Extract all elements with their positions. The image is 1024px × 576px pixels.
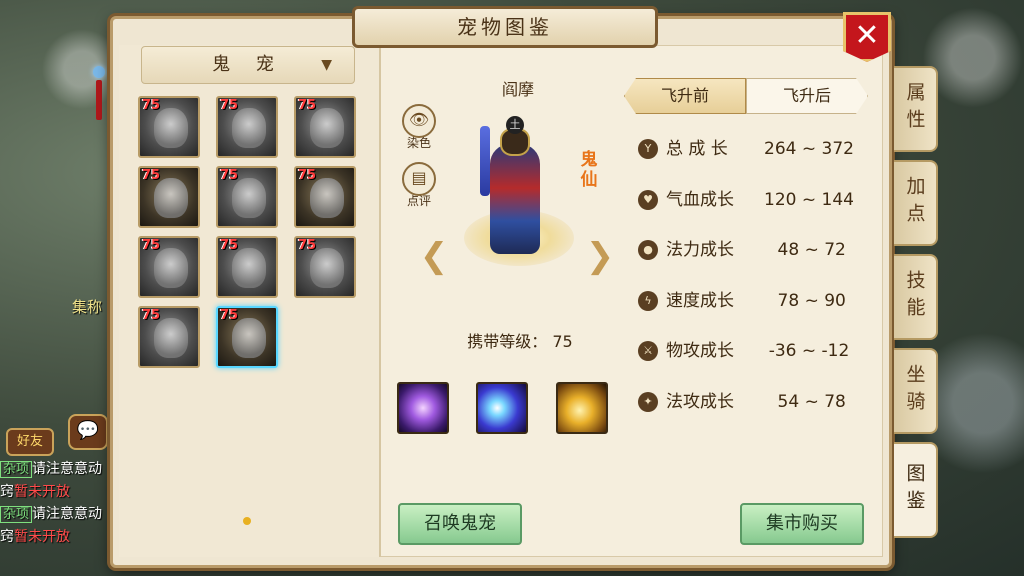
pet-slot[interactable]: 75 [216,166,278,228]
pet-level-badge: 75 [298,168,317,183]
pet-type-tag: 鬼仙 [580,150,598,190]
tab-handbook[interactable]: 图鉴 [894,442,938,538]
tab-skills[interactable]: 技能 [894,254,938,340]
pet-portrait [310,178,344,218]
stat-value: 120 ~ 144 [764,189,854,210]
chat-log: 杂项 请注意意动 窍暂未开放 杂项 请注意意动 窍暂未开放 [0,458,110,548]
comment-icon[interactable]: ▤ [402,162,436,196]
stat-row: ● 法力成长 48 ~ 72 [632,225,872,276]
pet-portrait [232,318,266,358]
stat-row: ϟ 速度成长 78 ~ 90 [632,276,872,327]
skill-icon[interactable] [476,382,528,434]
pet-level-badge: 75 [220,238,239,253]
tab-after-ascend[interactable]: 飞升后 [746,78,868,114]
pet-slot[interactable]: 75 [138,306,200,368]
chat-tag: 杂项 [0,506,33,523]
chat-tag: 杂项 [0,461,33,478]
chat-line: 杂项 请注意意动 [0,458,110,481]
category-selected: 鬼 宠 [212,54,284,75]
pet-portrait [232,108,266,148]
magic-attack-icon: ✦ [638,391,658,412]
pet-level-badge: 75 [220,308,239,323]
pet-level-badge: 75 [220,98,239,113]
eye-icon[interactable]: 👁 [402,104,436,138]
tab-attributes[interactable]: 属性 [894,66,938,152]
stat-row: Y 总 成 长 264 ~ 372 [632,124,872,175]
pet-slot[interactable]: 75 [294,96,356,158]
pet-portrait [232,248,266,288]
skill-icon[interactable] [556,382,608,434]
stat-value: -36 ~ -12 [768,341,850,361]
growth-stats: Y 总 成 长 264 ~ 372 ♥ 气血成长 120 ~ 144 ● 法力成长 48 … [632,124,872,427]
chat-line: 窍暂未开放 [0,529,70,545]
mana-icon: ● [638,240,658,260]
stat-row: ⚔ 物攻成长 -36 ~ -12 [632,326,872,377]
chat-bubble-icon[interactable]: 💬 [68,414,108,450]
page-indicator-dot [243,517,251,525]
chevron-down-icon: ▼ [321,57,332,73]
stat-value: 48 ~ 72 [772,240,846,260]
stat-value: 264 ~ 372 [764,139,854,159]
chat-line: 杂项 请注意意动 [0,503,110,526]
pet-level-badge: 75 [142,168,161,183]
ascend-toggle: 飞升前 飞升后 [624,78,868,114]
stat-label: 法力成长 [666,240,734,260]
pet-level-badge: 75 [298,238,317,253]
panel-title: 宠物图鉴 [352,6,658,48]
stat-label: 气血成长 [666,189,734,210]
stat-row: ♥ 气血成长 120 ~ 144 [632,175,872,226]
stat-label: 速度成长 [666,290,734,311]
friends-tab[interactable]: 好友 [6,428,54,456]
stat-label: 总 成 长 [666,139,728,159]
pet-portrait [154,248,188,288]
market-buy-button[interactable]: 集市购买 [740,503,864,545]
rotate-right-arrow-icon[interactable]: ❯ [584,236,616,276]
pet-level-badge: 75 [142,308,161,323]
category-dropdown[interactable]: 鬼 宠 ▼ [141,46,355,84]
dye-label: 染色 [406,136,431,150]
pet-slot[interactable]: 75 [216,96,278,158]
tab-mount[interactable]: 坐骑 [894,348,938,434]
gather-label: 集称 [72,298,103,316]
pet-level-badge: 75 [298,98,317,113]
tab-before-ascend[interactable]: 飞升前 [624,78,746,114]
growth-icon: Y [638,139,658,159]
stat-value: 54 ~ 78 [772,391,846,412]
pet-name: 阎摩 [501,80,534,99]
pet-portrait [154,178,188,218]
pet-level-badge: 75 [220,168,239,183]
skill-icon[interactable] [397,382,449,434]
pet-model[interactable]: 土 [480,116,548,258]
physical-attack-icon: ⚔ [638,341,658,361]
summon-button[interactable]: 召唤鬼宠 [398,503,522,545]
hp-icon: ♥ [638,189,658,210]
review-label: 点评 [406,194,431,208]
pet-portrait [310,248,344,288]
pet-slot[interactable]: 75 [294,236,356,298]
side-tabs: 属性 加点 技能 坐骑 图鉴 [894,66,940,546]
stat-row: ✦ 法攻成长 54 ~ 78 [632,377,872,428]
pet-portrait [154,108,188,148]
pet-portrait [232,178,266,218]
pet-level-badge: 75 [142,238,161,253]
carry-level: 携带等级： 75 [467,332,573,351]
element-badge: 土 [506,116,524,134]
stat-label: 物攻成长 [666,341,734,361]
hanging-ornament [92,60,106,140]
pet-portrait [310,108,344,148]
pet-slot[interactable]: 75 [138,166,200,228]
pet-slot-selected[interactable]: 75 [216,306,278,368]
stat-label: 法攻成长 [666,391,734,412]
tab-add-points[interactable]: 加点 [894,160,938,246]
stat-value: 78 ~ 90 [772,290,846,311]
speed-icon: ϟ [638,290,658,311]
pet-slot[interactable]: 75 [294,166,356,228]
rotate-left-arrow-icon[interactable]: ❮ [418,236,450,276]
pet-level-badge: 75 [142,98,161,113]
pet-slot[interactable]: 75 [138,236,200,298]
pet-portrait [154,318,188,358]
chat-line: 窍暂未开放 [0,484,70,500]
pet-slot[interactable]: 75 [138,96,200,158]
pet-slot[interactable]: 75 [216,236,278,298]
